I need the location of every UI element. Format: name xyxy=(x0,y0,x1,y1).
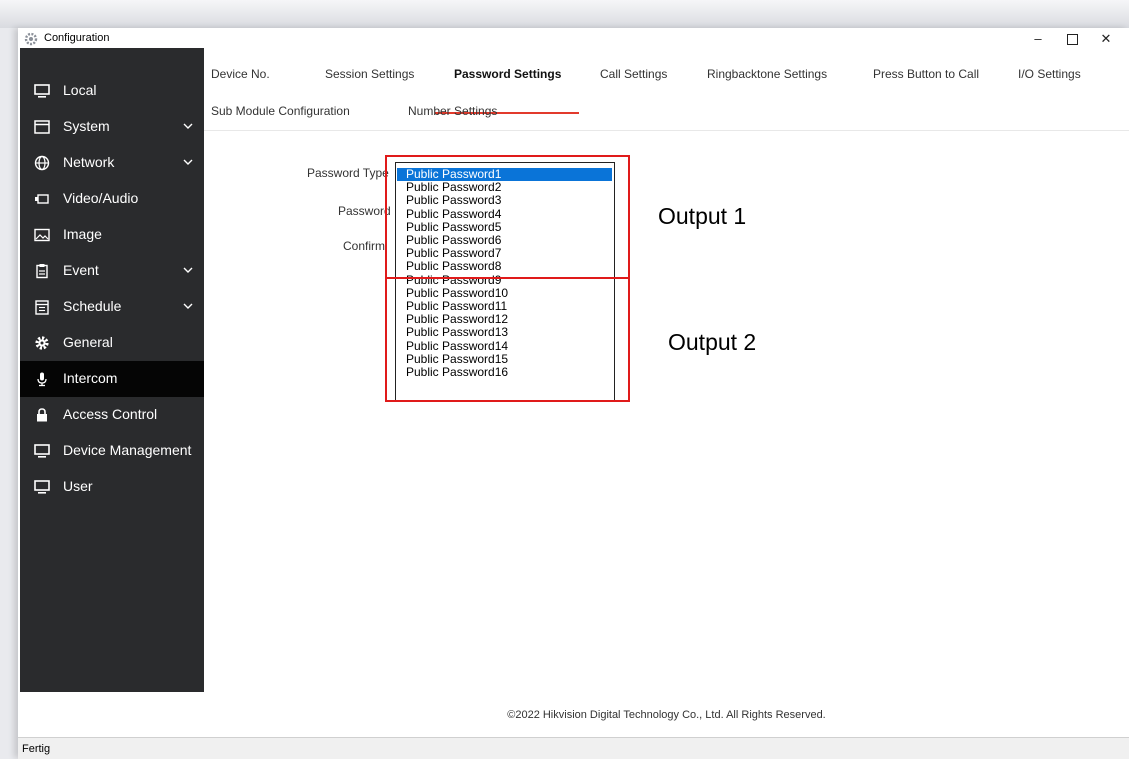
app-gear-icon xyxy=(24,32,38,46)
sidebar-item-label: Image xyxy=(63,226,102,242)
configuration-window: Configuration – ✕ Local System Network V… xyxy=(18,28,1129,759)
sidebar-item-label: Video/Audio xyxy=(63,190,139,206)
sidebar-item-label: User xyxy=(63,478,93,494)
sidebar-item-label: System xyxy=(63,118,110,134)
sidebar-item-label: Network xyxy=(63,154,115,170)
copyright-footer: ©2022 Hikvision Digital Technology Co., … xyxy=(507,709,826,721)
title-bar: Configuration – ✕ xyxy=(18,28,1129,50)
minimize-button[interactable]: – xyxy=(1021,28,1055,50)
maximize-button[interactable] xyxy=(1055,28,1089,50)
monitor-icon xyxy=(34,444,50,458)
sidebar-item-system[interactable]: System xyxy=(20,109,204,145)
sidebar-item-general[interactable]: General xyxy=(20,325,204,361)
tab-sub-module-configuration[interactable]: Sub Module Configuration xyxy=(211,104,350,118)
tab-number-settings[interactable]: Number Settings xyxy=(408,104,497,118)
clipboard-icon xyxy=(36,264,48,279)
close-button[interactable]: ✕ xyxy=(1089,28,1123,50)
minimize-icon: – xyxy=(1034,31,1042,46)
output2-annotation: Output 2 xyxy=(668,329,757,355)
tab-device-no[interactable]: Device No. xyxy=(211,67,270,81)
image-icon xyxy=(34,228,50,242)
monitor-icon xyxy=(34,84,50,98)
lock-icon xyxy=(37,408,47,422)
sidebar-item-access-control[interactable]: Access Control xyxy=(20,397,204,433)
close-icon: ✕ xyxy=(1100,31,1112,46)
microphone-icon xyxy=(37,372,47,387)
tab-session-settings[interactable]: Session Settings xyxy=(325,67,414,81)
gear-icon xyxy=(35,336,49,350)
password-type-label: Password Type xyxy=(307,166,389,180)
sidebar-item-label: Local xyxy=(63,82,97,98)
output1-annotation: Output 1 xyxy=(658,203,747,229)
tab-password-settings[interactable]: Password Settings xyxy=(454,67,561,81)
status-bar: Fertig xyxy=(18,737,1129,759)
sidebar-item-schedule[interactable]: Schedule xyxy=(20,289,204,325)
sidebar-item-image[interactable]: Image xyxy=(20,217,204,253)
sidebar: Local System Network Video/Audio Image E… xyxy=(20,48,204,692)
output1-highlight-box xyxy=(385,155,630,279)
desktop-background xyxy=(0,0,1129,28)
chevron-down-icon xyxy=(183,303,193,309)
tab-ringbacktone-settings[interactable]: Ringbacktone Settings xyxy=(707,67,827,81)
sidebar-item-label: Schedule xyxy=(63,298,122,314)
sidebar-item-label: Device Management xyxy=(63,442,192,458)
sidebar-item-event[interactable]: Event xyxy=(20,253,204,289)
sidebar-item-label: Event xyxy=(63,262,99,278)
status-text: Fertig xyxy=(22,743,51,755)
tab-press-button-to-call[interactable]: Press Button to Call xyxy=(873,67,979,81)
tab-call-settings[interactable]: Call Settings xyxy=(600,67,667,81)
camera-icon xyxy=(35,194,49,204)
maximize-icon xyxy=(1066,34,1078,46)
chevron-down-icon xyxy=(183,267,193,273)
chevron-down-icon xyxy=(183,123,193,129)
sidebar-item-device-management[interactable]: Device Management xyxy=(20,433,204,469)
sidebar-item-network[interactable]: Network xyxy=(20,145,204,181)
sidebar-item-label: Intercom xyxy=(63,370,118,386)
window-icon xyxy=(34,120,50,134)
window-title: Configuration xyxy=(44,32,110,44)
sidebar-item-intercom[interactable]: Intercom xyxy=(20,361,204,397)
tab-io-settings[interactable]: I/O Settings xyxy=(1018,67,1081,81)
calendar-icon xyxy=(35,300,49,315)
output2-highlight-box xyxy=(385,277,630,402)
sidebar-item-user[interactable]: User xyxy=(20,469,204,505)
sidebar-item-video-audio[interactable]: Video/Audio xyxy=(20,181,204,217)
globe-icon xyxy=(34,155,50,171)
password-label: Password xyxy=(338,204,391,218)
sidebar-item-label: Access Control xyxy=(63,406,158,422)
chevron-down-icon xyxy=(183,159,193,165)
sidebar-item-label: General xyxy=(63,334,113,350)
sidebar-item-local[interactable]: Local xyxy=(20,73,204,109)
settings-tabs: Device No. Session Settings Password Set… xyxy=(204,50,1129,131)
confirm-label: Confirm xyxy=(343,239,386,253)
monitor-icon xyxy=(34,480,50,494)
